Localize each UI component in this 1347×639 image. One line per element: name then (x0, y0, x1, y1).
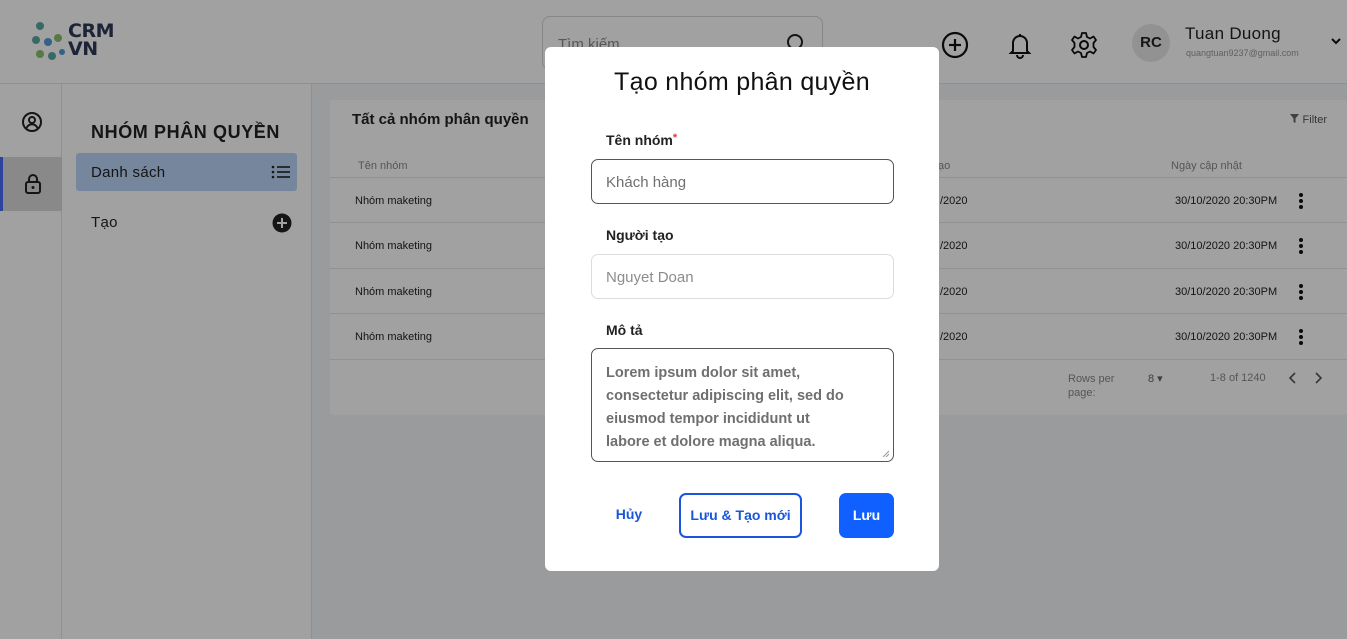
description-value: Lorem ipsum dolor sit amet, consectetur … (606, 365, 844, 450)
group-name-field[interactable]: Khách hàng (591, 159, 894, 204)
save-button[interactable]: Lưu (839, 493, 894, 538)
group-name-value: Khách hàng (606, 174, 687, 191)
description-textarea[interactable]: Lorem ipsum dolor sit amet, consectetur … (591, 348, 894, 462)
creator-field: Nguyet Doan (591, 254, 894, 299)
group-name-label: Tên nhóm* (606, 132, 678, 148)
save-and-create-new-button[interactable]: Lưu & Tạo mới (679, 493, 802, 538)
creator-label: Người tạo (606, 227, 674, 243)
required-marker: * (672, 132, 678, 144)
dialog-title: Tạo nhóm phân quyền (614, 68, 870, 96)
create-permission-group-dialog: Tạo nhóm phân quyền Tên nhóm* Khách hàng… (545, 47, 939, 571)
resize-handle-icon[interactable] (882, 450, 889, 457)
cancel-button[interactable]: Hủy (603, 506, 655, 522)
creator-value: Nguyet Doan (606, 269, 694, 286)
description-label: Mô tả (606, 322, 643, 338)
